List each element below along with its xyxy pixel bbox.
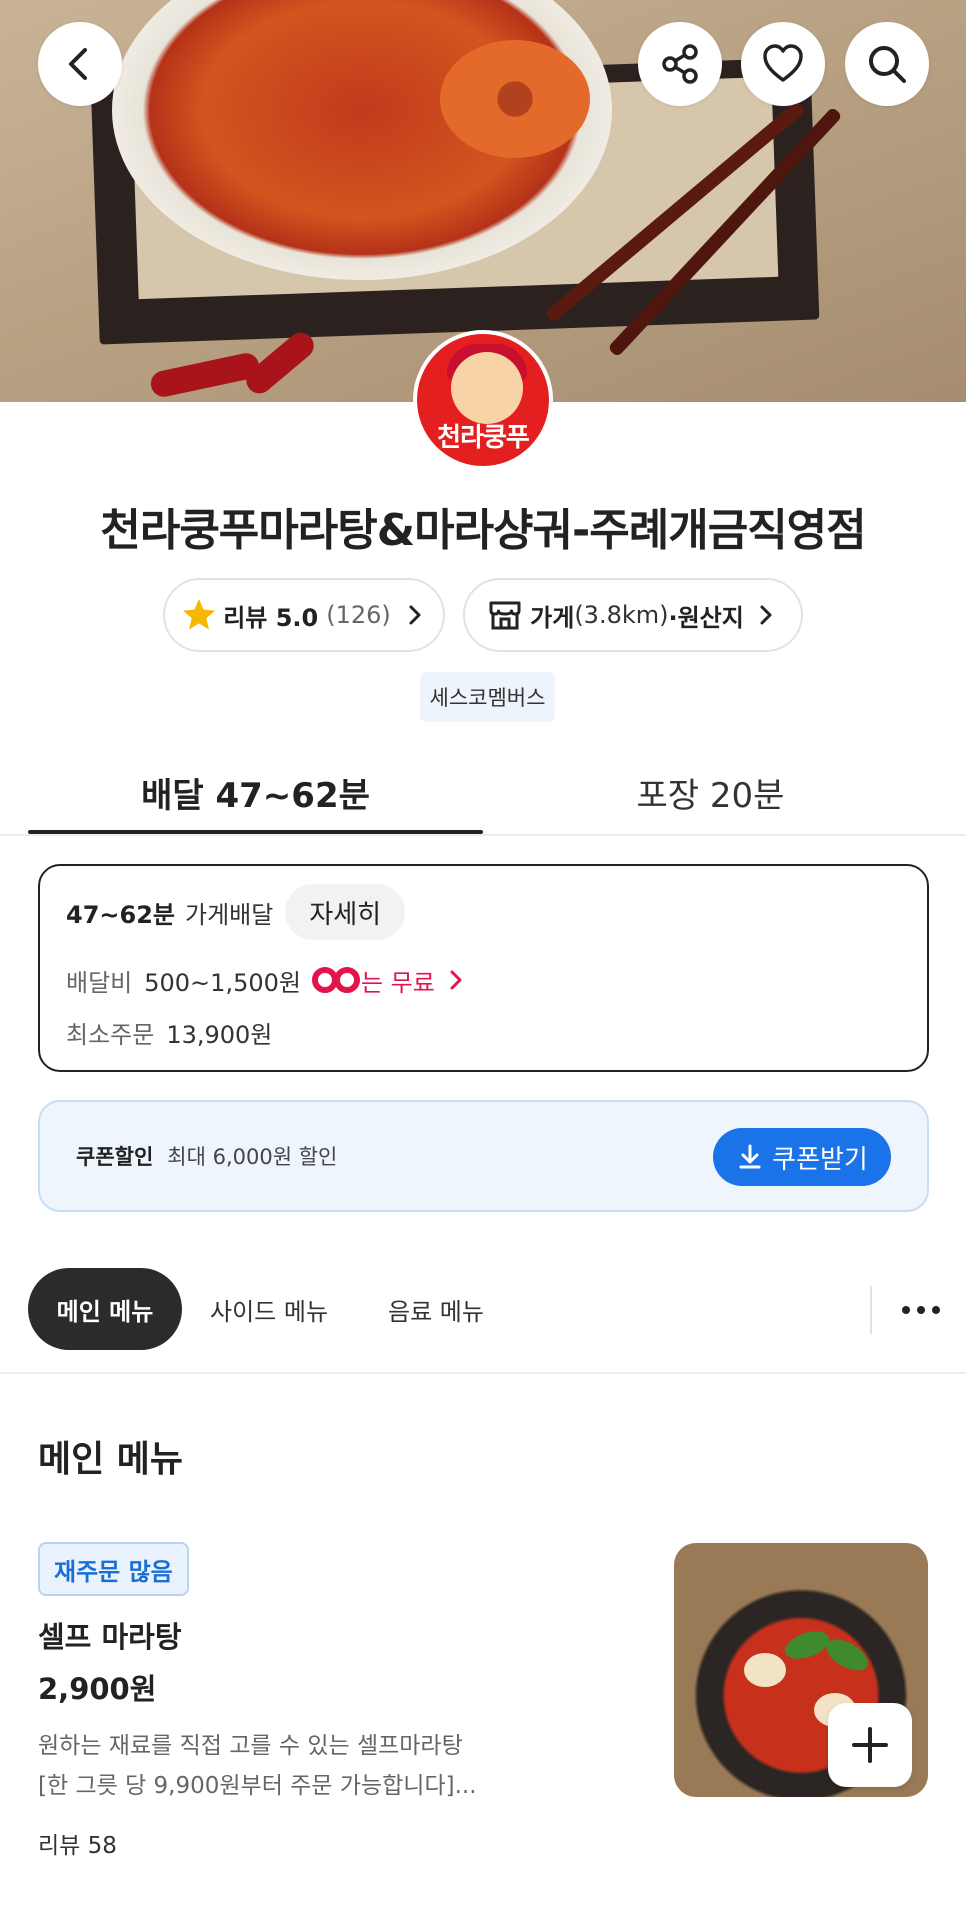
min-order-row: 최소주문 13,900원	[66, 1012, 272, 1052]
chevron-right-icon	[409, 605, 421, 625]
delivery-fee-label: 배달비	[66, 968, 133, 997]
category-main-menu[interactable]: 메인 메뉴	[28, 1268, 182, 1350]
tab-delivery[interactable]: 배달 47~62분	[28, 760, 483, 824]
store-info-label: 가게	[530, 603, 575, 632]
share-icon	[662, 44, 698, 84]
review-pill[interactable]: 리뷰 5.0 (126)	[163, 578, 445, 652]
chevron-right-icon	[760, 605, 772, 625]
delivery-type: 가게배달	[185, 900, 274, 929]
store-info-pill[interactable]: 가게 (3.8km) ·원산지	[463, 578, 803, 652]
menu-item-description: 원하는 재료를 직접 고를 수 있는 셀프마라탕 [한 그릇 당 9,900원부…	[38, 1726, 508, 1806]
category-divider	[0, 1372, 966, 1374]
delivery-time-row: 47~62분 가게배달 자세히	[66, 884, 406, 940]
delivery-time: 47~62분	[66, 900, 175, 929]
food-ingredient	[744, 1653, 786, 1687]
download-icon	[739, 1144, 761, 1169]
baemin-club-logo-icon	[311, 967, 360, 993]
reorder-badge: 재주문 많음	[38, 1542, 189, 1596]
share-button[interactable]	[638, 22, 722, 106]
min-order-value: 13,900원	[166, 1020, 273, 1049]
coupon-desc: 최대 6,000원 할인	[167, 1145, 338, 1169]
dried-chili	[148, 350, 262, 400]
free-delivery-link[interactable]: 는 무료	[311, 963, 467, 998]
menu-item-desc-line2: [한 그릇 당 9,900원부터 주문 가능합니다]...	[38, 1773, 477, 1799]
origin-label: ·원산지	[668, 603, 744, 632]
heart-icon	[763, 44, 803, 82]
menu-item-price: 2,900원	[38, 1672, 157, 1706]
coupon-banner: 쿠폰할인 최대 6,000원 할인 쿠폰받기	[38, 1100, 929, 1212]
store-logo: 천라쿵푸	[413, 330, 553, 470]
more-dots-icon	[902, 1306, 940, 1314]
coupon-button-label: 쿠폰받기	[772, 1144, 868, 1175]
delivery-fee-value: 500~1,500원	[144, 968, 301, 997]
star-icon	[183, 599, 216, 630]
category-separator	[870, 1286, 872, 1334]
like-button[interactable]	[741, 22, 825, 106]
menu-item-desc-line1: 원하는 재료를 직접 고를 수 있는 셀프마라탕	[38, 1733, 463, 1759]
min-order-label: 최소주문	[66, 1020, 155, 1049]
coupon-download-button[interactable]: 쿠폰받기	[713, 1128, 891, 1186]
coriander-leaf	[821, 1633, 873, 1677]
store-icon	[489, 601, 521, 630]
tab-divider	[0, 834, 966, 836]
lotus-root-slice	[440, 40, 590, 158]
delivery-info-card: 47~62분 가게배달 자세히 배달비 500~1,500원 는 무료 최소주문…	[38, 864, 929, 1072]
delivery-detail-button[interactable]: 자세히	[285, 884, 406, 940]
cesco-members-tag: 세스코멤버스	[420, 672, 555, 722]
review-count: (126)	[326, 601, 391, 629]
chevron-right-icon	[450, 970, 462, 990]
free-delivery-text: 는 무료	[360, 968, 435, 997]
store-name: 천라쿵푸마라탕&마라샹궈-주례개금직영점	[100, 505, 866, 556]
store-distance: (3.8km)	[574, 601, 669, 629]
more-categories-button[interactable]	[896, 1296, 946, 1324]
menu-item-name[interactable]: 셀프 마라탕	[38, 1614, 182, 1656]
add-to-cart-button[interactable]	[828, 1703, 912, 1787]
section-title: 메인 메뉴	[38, 1439, 184, 1480]
plus-icon	[852, 1727, 888, 1763]
tab-pickup[interactable]: 포장 20분	[483, 760, 938, 824]
category-side-menu[interactable]: 사이드 메뉴	[210, 1268, 328, 1350]
review-score: 리뷰 5.0	[223, 603, 319, 632]
search-button[interactable]	[845, 22, 929, 106]
menu-item-reviews: 리뷰 58	[38, 1833, 117, 1859]
category-drink-menu[interactable]: 음료 메뉴	[388, 1268, 484, 1350]
logo-text: 천라쿵푸	[437, 423, 530, 453]
search-icon	[869, 46, 906, 83]
coupon-text-row: 쿠폰할인 최대 6,000원 할인	[76, 1102, 337, 1210]
logo-face	[451, 352, 523, 424]
delivery-fee-row: 배달비 500~1,500원 는 무료	[66, 960, 467, 1000]
coupon-label: 쿠폰할인	[76, 1145, 154, 1169]
chevron-left-icon	[69, 48, 87, 80]
back-button[interactable]	[38, 22, 122, 106]
